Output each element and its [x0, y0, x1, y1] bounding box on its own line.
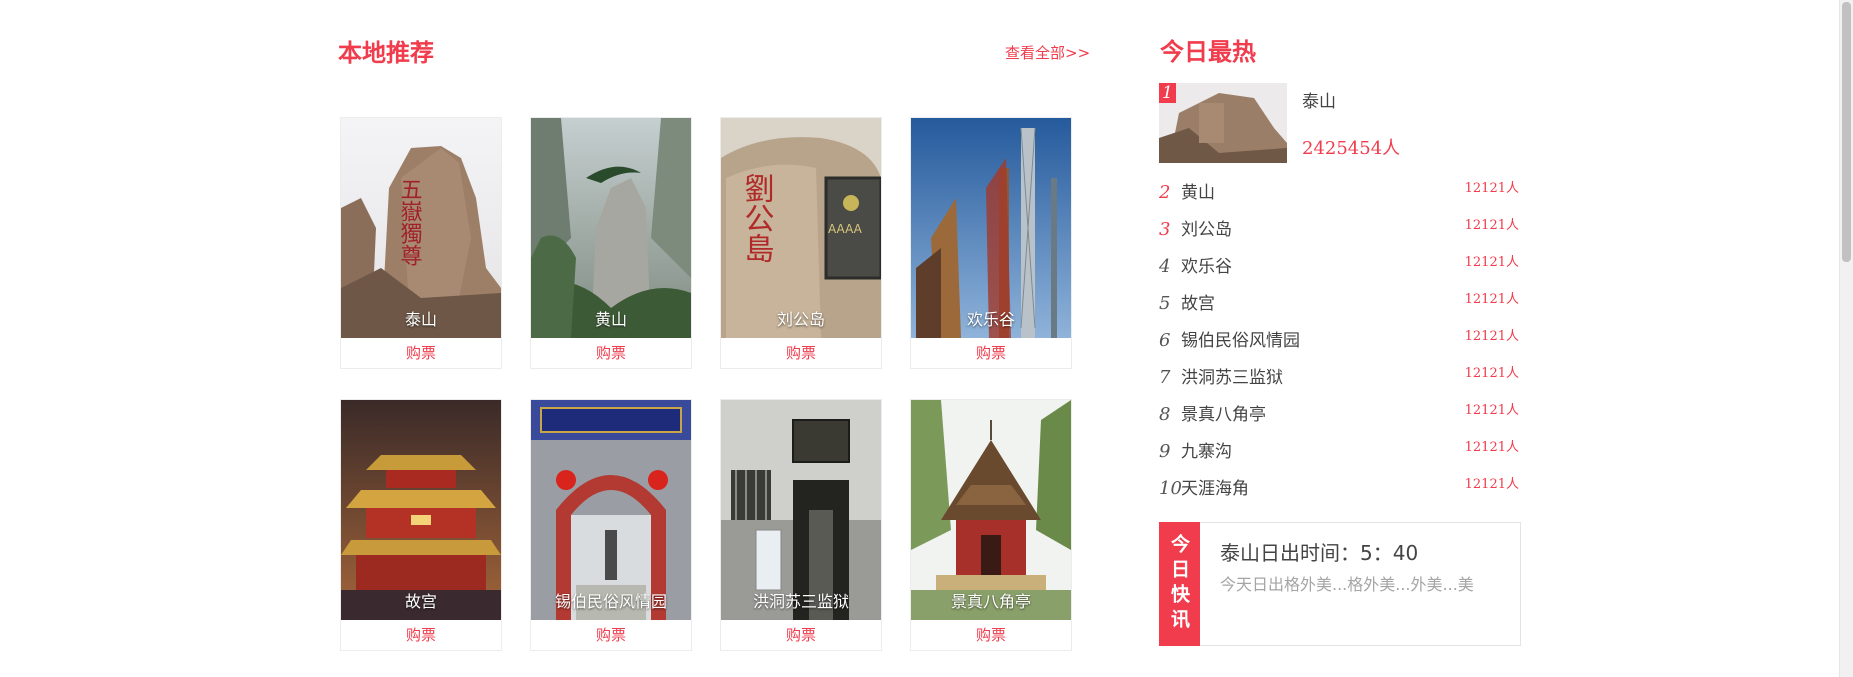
news-box[interactable]: 今日快讯 泰山日出时间：5：40 今天日出格外美...格外美...外美...美 [1159, 522, 1521, 646]
hot-item-count: 12121人 [1464, 218, 1519, 233]
hot-item-count: 12121人 [1464, 440, 1519, 455]
buy-ticket-button[interactable]: 购票 [721, 338, 881, 368]
buy-ticket-button[interactable]: 购票 [341, 338, 501, 368]
attraction-name: 欢乐谷 [966, 310, 1015, 329]
happy-valley-towers-image [911, 118, 1071, 338]
news-label: 今日快讯 [1159, 522, 1200, 646]
hot-item-count: 12121人 [1464, 292, 1519, 307]
attraction-name: 刘公岛 [776, 310, 825, 329]
attraction-image-taishan[interactable]: 五嶽獨尊 泰山 [341, 118, 501, 338]
see-all-link[interactable]: 查看全部>> [1005, 42, 1090, 63]
attraction-card[interactable]: 故宫 购票 [340, 399, 502, 651]
page-scrollbar[interactable] [1839, 0, 1853, 677]
liugongdao-stone-image: AAAA 劉公島 [721, 118, 881, 338]
local-section-title: 本地推荐 [338, 39, 434, 67]
attraction-name: 景真八角亭 [950, 592, 1031, 611]
attraction-card[interactable]: 欢乐谷 购票 [910, 117, 1072, 369]
attraction-image-forbidden-city[interactable]: 故宫 [341, 400, 501, 620]
hot-item-count: 12121人 [1464, 477, 1519, 492]
xibo-gate-image [531, 400, 691, 620]
hot-item-name[interactable]: 景真八角亭 [1181, 405, 1266, 425]
hot-item-count: 12121人 [1464, 181, 1519, 196]
attraction-grid: 五嶽獨尊 泰山 购票 黄山 购票 AAAA 劉公島 刘公岛 购票 欢乐谷 购票 … [340, 117, 1072, 651]
hot-list-item[interactable]: 4 欢乐谷 12121人 [1159, 252, 1521, 289]
attraction-image-sansan-prison[interactable]: 洪洞苏三监狱 [721, 400, 881, 620]
hot-item-count: 12121人 [1464, 329, 1519, 344]
hot-rank: 8 [1159, 404, 1171, 425]
hot-section-title: 今日最热 [1160, 38, 1256, 66]
svg-text:AAAA: AAAA [828, 222, 863, 236]
hot-top-name[interactable]: 泰山 [1302, 87, 1336, 112]
attraction-card[interactable]: 锡伯民俗风情园 购票 [530, 399, 692, 651]
hot-top-thumbnail[interactable] [1159, 83, 1287, 163]
attraction-name: 洪洞苏三监狱 [752, 592, 849, 611]
hot-rank-badge: 1 [1159, 83, 1176, 103]
jingzhen-pavilion-image [911, 400, 1071, 620]
hot-list-item[interactable]: 7 洪洞苏三监狱 12121人 [1159, 363, 1521, 400]
hot-list-item[interactable]: 3 刘公岛 12121人 [1159, 215, 1521, 252]
buy-ticket-button[interactable]: 购票 [911, 338, 1071, 368]
hot-top-count: 2425454人 [1302, 138, 1401, 159]
taishan-rock-image: 五嶽獨尊 [341, 118, 501, 338]
attraction-image-huangshan[interactable]: 黄山 [531, 118, 691, 338]
hot-ranking-list: 2 黄山 12121人 3 刘公岛 12121人 4 欢乐谷 12121人 5 故宫 12121… [1159, 178, 1521, 511]
sansan-prison-image [721, 400, 881, 620]
buy-ticket-button[interactable]: 购票 [341, 620, 501, 650]
taishan-thumbnail-image [1159, 83, 1287, 163]
hot-item-name[interactable]: 故宫 [1181, 294, 1215, 314]
hot-top-item[interactable]: 1 泰山 2425454人 [1159, 83, 1519, 163]
hot-list-item[interactable]: 9 九寨沟 12121人 [1159, 437, 1521, 474]
hot-item-name[interactable]: 天涯海角 [1181, 479, 1249, 499]
attraction-card[interactable]: 洪洞苏三监狱 购票 [720, 399, 882, 651]
attraction-card[interactable]: 景真八角亭 购票 [910, 399, 1072, 651]
hot-rank: 9 [1159, 441, 1171, 462]
attraction-card[interactable]: 五嶽獨尊 泰山 购票 [340, 117, 502, 369]
hot-rank: 6 [1159, 330, 1171, 351]
hot-list-item[interactable]: 8 景真八角亭 12121人 [1159, 400, 1521, 437]
attraction-card[interactable]: AAAA 劉公島 刘公岛 购票 [720, 117, 882, 369]
hot-item-name[interactable]: 欢乐谷 [1181, 257, 1232, 277]
buy-ticket-button[interactable]: 购票 [721, 620, 881, 650]
hot-list-item[interactable]: 10天涯海角 12121人 [1159, 474, 1521, 511]
liugongdao-inscription: 劉公島 [739, 173, 774, 263]
buy-ticket-button[interactable]: 购票 [531, 620, 691, 650]
news-title[interactable]: 泰山日出时间：5：40 [1220, 537, 1418, 566]
attraction-image-liugongdao[interactable]: AAAA 劉公島 刘公岛 [721, 118, 881, 338]
attraction-image-jingzhen[interactable]: 景真八角亭 [911, 400, 1071, 620]
hot-item-name[interactable]: 九寨沟 [1181, 442, 1232, 462]
hot-item-name[interactable]: 刘公岛 [1181, 220, 1232, 240]
hot-item-name[interactable]: 黄山 [1181, 183, 1215, 203]
hot-item-name[interactable]: 洪洞苏三监狱 [1181, 368, 1283, 388]
attraction-image-xibo[interactable]: 锡伯民俗风情园 [531, 400, 691, 620]
hot-item-count: 12121人 [1464, 366, 1519, 381]
buy-ticket-button[interactable]: 购票 [531, 338, 691, 368]
scrollbar-thumb[interactable] [1842, 2, 1851, 262]
hot-item-name[interactable]: 锡伯民俗风情园 [1181, 331, 1300, 351]
hot-list-item[interactable]: 6 锡伯民俗风情园 12121人 [1159, 326, 1521, 363]
taishan-inscription: 五嶽獨尊 [397, 178, 423, 266]
attraction-name: 锡伯民俗风情园 [554, 592, 667, 611]
hot-rank: 3 [1159, 219, 1171, 240]
attraction-name: 泰山 [404, 310, 437, 329]
huangshan-peak-image [531, 118, 691, 338]
hot-rank: 10 [1159, 478, 1182, 499]
attraction-card[interactable]: 黄山 购票 [530, 117, 692, 369]
hot-item-count: 12121人 [1464, 255, 1519, 270]
hot-item-count: 12121人 [1464, 403, 1519, 418]
hot-list-item[interactable]: 2 黄山 12121人 [1159, 178, 1521, 215]
attraction-image-happy-valley[interactable]: 欢乐谷 [911, 118, 1071, 338]
hot-rank: 7 [1159, 367, 1171, 388]
hot-rank: 5 [1159, 293, 1171, 314]
hot-list-item[interactable]: 5 故宫 12121人 [1159, 289, 1521, 326]
hot-rank: 2 [1159, 182, 1171, 203]
hot-rank: 4 [1159, 256, 1171, 277]
buy-ticket-button[interactable]: 购票 [911, 620, 1071, 650]
attraction-name: 黄山 [594, 310, 627, 329]
forbidden-city-image [341, 400, 501, 620]
news-description: 今天日出格外美...格外美...外美...美 [1220, 575, 1474, 594]
attraction-name: 故宫 [404, 592, 437, 611]
